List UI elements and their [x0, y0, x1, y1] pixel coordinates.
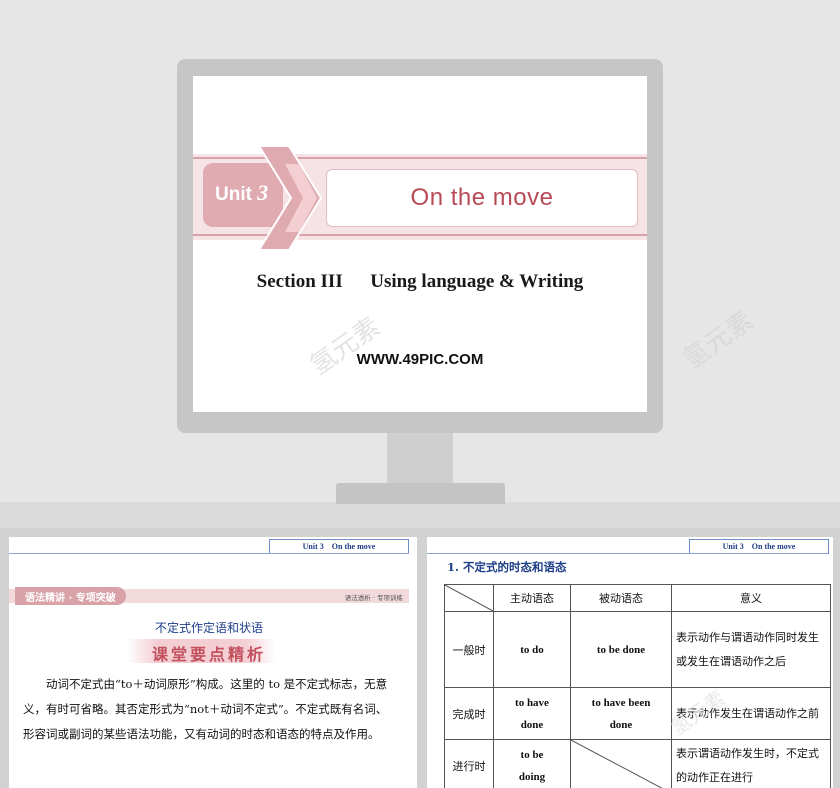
monitor-frame: Unit 3 On the move Section III Using lan… — [177, 59, 663, 433]
monitor-neck — [387, 433, 453, 485]
active-voice: to do — [493, 611, 571, 688]
slide-title: On the move — [410, 184, 554, 211]
diagonal-line-icon — [571, 740, 663, 788]
active-voice: to have done — [493, 687, 571, 740]
table-header: 意义 — [671, 584, 831, 612]
banner-left-text: 语法精讲 · 专项突破 — [25, 592, 116, 604]
header-rule — [427, 553, 827, 554]
website-url: WWW.49PIC.COM — [356, 351, 484, 368]
header-tag-text: Unit 3 On the move — [302, 542, 376, 551]
section-label: Section III — [256, 271, 343, 292]
tense-voice-table: 主动语态 被动语态 意义 一般时 to do to be done 表示动作与谓… — [444, 584, 831, 788]
row-label: 一般时 — [444, 611, 494, 688]
header-tag: Unit 3 On the move — [269, 539, 409, 554]
table-row: 一般时 to do to be done 表示动作与谓语动作同时发生或发生在谓语… — [444, 611, 831, 688]
table-header: 被动语态 — [570, 584, 672, 612]
passive-voice: to be done — [570, 611, 672, 688]
table-row: 进行时 to be doing 表示谓语动作发生时，不定式的动作正在进行 — [444, 739, 831, 788]
table-row: 完成时 to have done to have been done 表示动作发… — [444, 687, 831, 740]
banner-right-text: 语法透析 · 专项训练 — [344, 594, 403, 602]
lesson-heading: 不定式作定语和状语 — [154, 621, 263, 635]
section-subtitle: Using language & Writing — [370, 271, 584, 292]
lesson-body: 动词不定式由“to＋动词原形”构成。这里的 to 是不定式标志，无意义，有时可省… — [23, 677, 388, 741]
section-line: Section III Using language & Writing — [193, 271, 647, 293]
title-box: On the move — [326, 169, 638, 227]
monitor-base — [336, 483, 505, 504]
passive-voice: to have been done — [570, 687, 672, 740]
header-tag: Unit 3 On the move — [689, 539, 829, 554]
section-title: 1. 不定式的时态和语态 — [447, 560, 567, 574]
unit-number: 3 — [257, 180, 269, 205]
unit-word: Unit — [215, 184, 252, 205]
row-label: 完成时 — [444, 687, 494, 740]
header-rule — [9, 553, 409, 554]
meaning: 表示动作与谓语动作同时发生或发生在谓语动作之后 — [671, 611, 831, 688]
active-voice: to be doing — [493, 739, 571, 788]
lesson-subheading: 课堂要点精析 — [151, 645, 266, 664]
table-header: 主动语态 — [493, 584, 571, 612]
row-label: 进行时 — [444, 739, 494, 788]
diagonal-line-icon — [445, 585, 493, 611]
watermark-text-outside: 氢元素 — [677, 305, 759, 376]
preview-slide-left[interactable]: Unit 3 On the move 语法精讲 · 专项突破 语法透析 · 专项… — [9, 537, 417, 788]
passive-voice-empty — [570, 739, 672, 788]
header-tag-text: Unit 3 On the move — [722, 542, 796, 551]
watermark-text: 氢元素 — [304, 311, 386, 382]
title-slide: Unit 3 On the move Section III Using lan… — [193, 76, 647, 412]
grammar-banner-label: 语法精讲 · 专项突破 — [15, 587, 126, 605]
strip-top — [0, 502, 840, 528]
table-corner — [444, 584, 494, 612]
preview-slide-right[interactable]: Unit 3 On the move 1. 不定式的时态和语态 主动语态 被动语… — [427, 537, 833, 788]
meaning: 表示谓语动作发生时，不定式的动作正在进行 — [671, 739, 831, 788]
